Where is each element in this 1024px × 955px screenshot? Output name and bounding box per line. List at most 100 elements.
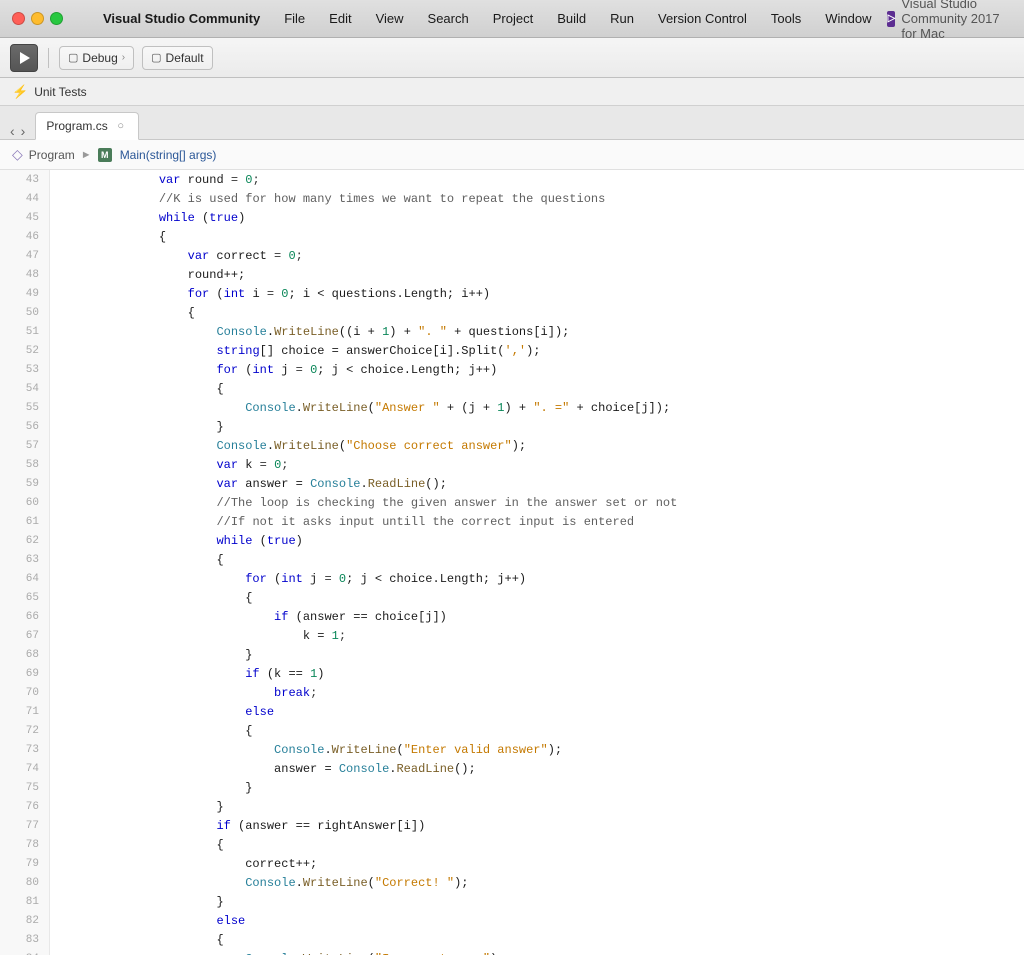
tab-close-button[interactable]: ○ [114, 119, 128, 133]
lightning-icon: ⚡ [12, 84, 28, 100]
code-line: if (k == 1) [50, 664, 1024, 683]
code-line: Console.WriteLine("Answer " + (j + 1) + … [50, 398, 1024, 417]
file-menu-item[interactable]: File [280, 9, 309, 28]
line-number: 64 [0, 569, 49, 588]
titlebar-center: ▷ Visual Studio Community 2017 for Mac [887, 0, 1012, 41]
debug-label: Debug [82, 51, 117, 65]
play-icon [20, 52, 30, 64]
code-line: Console.WriteLine("Choose correct answer… [50, 436, 1024, 455]
window-title-text: Visual Studio Community 2017 for Mac [901, 0, 1012, 41]
target-label: Default [166, 51, 204, 65]
program-cs-tab[interactable]: Program.cs ○ [35, 112, 138, 140]
line-number: 82 [0, 911, 49, 930]
play-button[interactable] [10, 44, 38, 72]
code-line: if (answer == choice[j]) [50, 607, 1024, 626]
code-area[interactable]: 4344454647484950515253545556575859606162… [0, 170, 1024, 955]
breadcrumb-bar: ◇ Program ► M Main(string[] args) [0, 140, 1024, 170]
forward-arrow[interactable]: › [19, 123, 28, 139]
code-line: { [50, 379, 1024, 398]
line-number: 54 [0, 379, 49, 398]
code-line: //If not it asks input untill the correc… [50, 512, 1024, 531]
line-number: 76 [0, 797, 49, 816]
line-number: 56 [0, 417, 49, 436]
line-number: 66 [0, 607, 49, 626]
code-line: //K is used for how many times we want t… [50, 189, 1024, 208]
traffic-lights [12, 12, 63, 25]
line-number: 43 [0, 170, 49, 189]
line-number: 51 [0, 322, 49, 341]
code-line: answer = Console.ReadLine(); [50, 759, 1024, 778]
code-content[interactable]: var round = 0; //K is used for how many … [50, 170, 1024, 955]
back-arrow[interactable]: ‹ [8, 123, 17, 139]
close-button[interactable] [12, 12, 25, 25]
edit-menu-item[interactable]: Edit [325, 9, 355, 28]
unit-tests-label: Unit Tests [34, 85, 86, 99]
code-line: { [50, 721, 1024, 740]
code-line: round++; [50, 265, 1024, 284]
line-number: 55 [0, 398, 49, 417]
toolbar-separator-1 [48, 48, 49, 68]
line-number: 81 [0, 892, 49, 911]
line-number: 67 [0, 626, 49, 645]
build-menu-item[interactable]: Build [553, 9, 590, 28]
line-number: 48 [0, 265, 49, 284]
app-menu-item[interactable]: Visual Studio Community [99, 9, 264, 28]
line-number: 59 [0, 474, 49, 493]
line-number: 57 [0, 436, 49, 455]
unit-tests-bar: ⚡ Unit Tests [0, 78, 1024, 106]
minimize-button[interactable] [31, 12, 44, 25]
toolbar: ▢ Debug › ▢ Default [0, 38, 1024, 78]
code-line: //The loop is checking the given answer … [50, 493, 1024, 512]
tab-bar: ‹ › Program.cs ○ [0, 106, 1024, 140]
window-menu-item[interactable]: Window [821, 9, 875, 28]
debug-chevron: › [122, 52, 125, 63]
breadcrumb-class: Program [29, 148, 75, 162]
code-line: { [50, 835, 1024, 854]
namespace-icon: ◇ [12, 146, 23, 163]
code-line: k = 1; [50, 626, 1024, 645]
line-numbers: 4344454647484950515253545556575859606162… [0, 170, 50, 955]
code-line: } [50, 645, 1024, 664]
code-line: var round = 0; [50, 170, 1024, 189]
code-line: { [50, 550, 1024, 569]
line-number: 77 [0, 816, 49, 835]
project-menu-item[interactable]: Project [489, 9, 537, 28]
code-line: while (true) [50, 531, 1024, 550]
debug-config-button[interactable]: ▢ Debug › [59, 46, 134, 70]
code-line: { [50, 303, 1024, 322]
code-line: else [50, 911, 1024, 930]
run-menu-item[interactable]: Run [606, 9, 638, 28]
tab-label: Program.cs [46, 119, 107, 133]
code-line: { [50, 930, 1024, 949]
code-line: { [50, 227, 1024, 246]
code-line: } [50, 417, 1024, 436]
code-line: Console.WriteLine("Correct! "); [50, 873, 1024, 892]
line-number: 50 [0, 303, 49, 322]
line-number: 60 [0, 493, 49, 512]
code-line: Console.WriteLine("Enter valid answer"); [50, 740, 1024, 759]
code-line: var k = 0; [50, 455, 1024, 474]
menu-bar: Visual Studio Community File Edit View S… [75, 9, 875, 28]
vs-icon: ▷ [887, 11, 895, 27]
line-number: 52 [0, 341, 49, 360]
view-menu-item[interactable]: View [372, 9, 408, 28]
tools-menu-item[interactable]: Tools [767, 9, 805, 28]
code-line: } [50, 797, 1024, 816]
line-number: 46 [0, 227, 49, 246]
line-number: 84 [0, 949, 49, 955]
code-line: { [50, 588, 1024, 607]
nav-arrows: ‹ › [8, 123, 27, 139]
code-line: correct++; [50, 854, 1024, 873]
version-control-menu-item[interactable]: Version Control [654, 9, 751, 28]
apple-menu[interactable] [75, 17, 83, 21]
line-number: 65 [0, 588, 49, 607]
line-number: 80 [0, 873, 49, 892]
breadcrumb-method: Main(string[] args) [120, 148, 217, 162]
line-number: 70 [0, 683, 49, 702]
target-config-button[interactable]: ▢ Default [142, 46, 212, 70]
line-number: 45 [0, 208, 49, 227]
line-number: 78 [0, 835, 49, 854]
search-menu-item[interactable]: Search [424, 9, 473, 28]
code-line: var answer = Console.ReadLine(); [50, 474, 1024, 493]
maximize-button[interactable] [50, 12, 63, 25]
